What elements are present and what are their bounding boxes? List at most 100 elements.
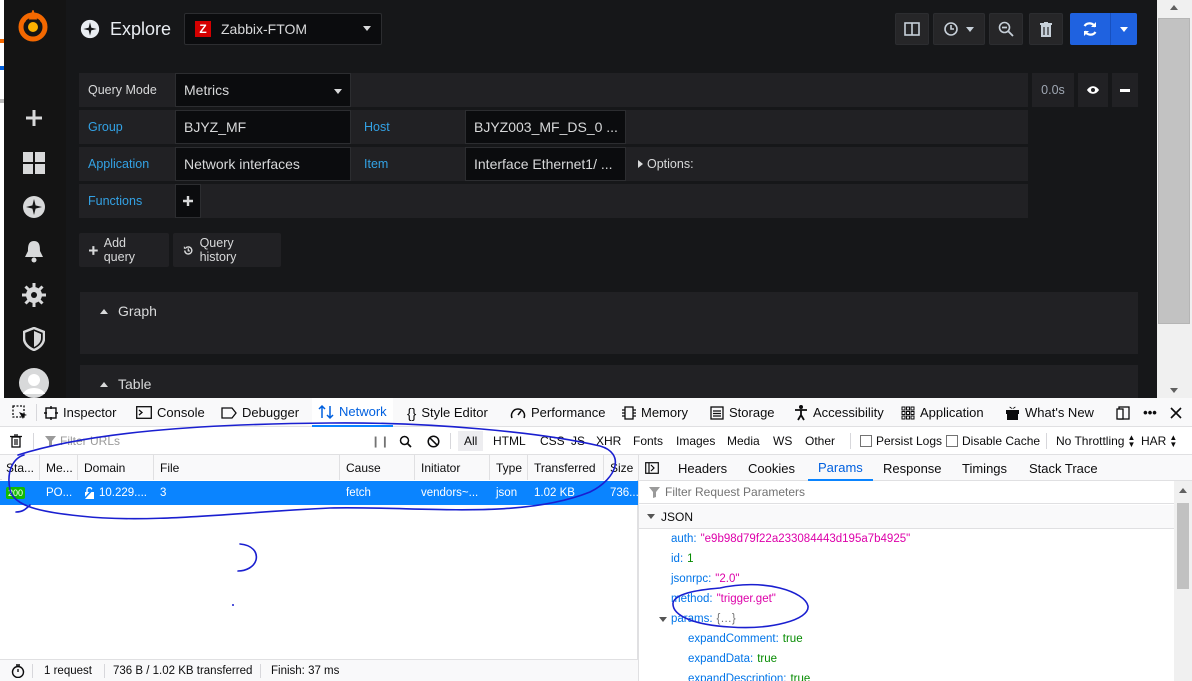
scroll-down-arrow-icon[interactable]: [1170, 388, 1178, 393]
tab-network[interactable]: Network: [312, 398, 393, 427]
filter-ws[interactable]: WS: [773, 427, 792, 455]
tab-cookies[interactable]: Cookies: [748, 455, 795, 481]
more-options-icon[interactable]: •••: [1140, 398, 1160, 427]
tab-storage[interactable]: Storage: [710, 398, 775, 427]
dashboards-icon[interactable]: [20, 149, 48, 177]
column-header-file[interactable]: File: [154, 455, 340, 480]
scrollbar-thumb[interactable]: [1158, 18, 1190, 324]
tab-style-editor[interactable]: {} Style Editor: [407, 398, 488, 427]
column-header-domain[interactable]: Domain: [78, 455, 154, 480]
tab-params[interactable]: Params: [808, 455, 873, 481]
scroll-up-arrow-icon[interactable]: [1170, 5, 1178, 10]
table-row[interactable]: 200 PO... 10.229.... 3 fetch vendors~...…: [0, 481, 638, 505]
run-query-button[interactable]: [1070, 13, 1137, 45]
har-menu-button[interactable]: HAR ▲ ▼: [1141, 427, 1177, 455]
performance-analysis-button[interactable]: [11, 660, 25, 681]
json-row-expandcomment[interactable]: expandComment: true: [688, 629, 803, 649]
scroll-up-arrow-icon[interactable]: [1179, 488, 1187, 493]
tab-console[interactable]: Console: [136, 398, 205, 427]
filter-media[interactable]: Media: [727, 427, 760, 455]
tab-accessibility[interactable]: Accessibility: [794, 398, 884, 427]
tab-whats-new[interactable]: What's New: [1005, 398, 1094, 427]
json-row-jsonrpc[interactable]: jsonrpc: "2.0": [671, 569, 739, 589]
filter-other[interactable]: Other: [805, 427, 835, 455]
tab-debugger[interactable]: Debugger: [221, 398, 299, 427]
dock-toggle-button[interactable]: [1115, 398, 1131, 427]
host-input[interactable]: BJYZ003_MF_DS_0 ...: [465, 110, 626, 144]
item-input[interactable]: Interface Ethernet1/ ...: [465, 147, 626, 181]
tab-timings[interactable]: Timings: [962, 455, 1007, 481]
graph-panel: Graph: [80, 292, 1138, 354]
tab-performance[interactable]: Performance: [510, 398, 605, 427]
tab-stack-trace[interactable]: Stack Trace: [1029, 455, 1098, 481]
add-function-button[interactable]: [175, 184, 201, 218]
table-panel-header[interactable]: Table: [100, 375, 151, 393]
persist-logs-checkbox[interactable]: Persist Logs: [860, 427, 942, 455]
close-devtools-button[interactable]: [1166, 398, 1186, 427]
column-header-method[interactable]: Me...: [40, 455, 78, 480]
filter-js[interactable]: JS: [571, 427, 585, 455]
options-toggle[interactable]: Options:: [631, 147, 731, 181]
column-header-transferred[interactable]: Transferred: [528, 455, 604, 480]
json-row-params[interactable]: params: {…}: [659, 609, 736, 629]
group-input[interactable]: BJYZ_MF: [175, 110, 351, 144]
json-row-expanddescription[interactable]: expandDescription: true: [688, 669, 810, 681]
tab-application[interactable]: Application: [901, 398, 984, 427]
tab-inspector[interactable]: Inspector: [44, 398, 116, 427]
params-filter-input[interactable]: Filter Request Parameters: [639, 481, 1192, 504]
grafana-logo-icon[interactable]: [16, 10, 50, 44]
json-row-method[interactable]: method: "trigger.get": [671, 589, 776, 609]
request-initiator[interactable]: vendors~...: [415, 481, 490, 505]
filter-funnel-icon: [45, 435, 56, 447]
graph-panel-header[interactable]: Graph: [100, 302, 157, 320]
column-header-status[interactable]: Sta...: [2, 455, 40, 480]
filter-all[interactable]: All: [458, 431, 484, 451]
json-row-id[interactable]: id: 1: [671, 549, 694, 569]
column-header-cause[interactable]: Cause: [340, 455, 415, 480]
user-avatar[interactable]: [19, 368, 49, 398]
scrollbar-thumb[interactable]: [1177, 503, 1189, 589]
zoom-out-button[interactable]: [989, 13, 1023, 45]
add-query-button[interactable]: Add query: [79, 233, 169, 267]
application-input[interactable]: Network interfaces: [175, 147, 351, 181]
filter-xhr[interactable]: XHR: [596, 427, 621, 455]
filter-images[interactable]: Images: [676, 427, 715, 455]
pause-icon[interactable]: ❙❙: [371, 427, 389, 455]
search-icon[interactable]: [399, 427, 412, 455]
query-mode-select[interactable]: Metrics: [175, 73, 351, 107]
column-header-size[interactable]: Size: [604, 455, 638, 480]
json-row-auth[interactable]: auth: "e9b98d79f22a233084443d195a7b4925": [671, 529, 910, 549]
url-filter-input[interactable]: Filter URLs: [45, 427, 120, 455]
element-picker-button[interactable]: [8, 398, 32, 427]
plus-icon[interactable]: [20, 104, 48, 132]
configuration-gear-icon[interactable]: [20, 281, 48, 309]
disable-cache-checkbox[interactable]: Disable Cache: [946, 427, 1040, 455]
chevron-down-icon[interactable]: [1111, 26, 1137, 32]
column-header-initiator[interactable]: Initiator: [415, 455, 490, 480]
tab-response[interactable]: Response: [883, 455, 942, 481]
split-view-button[interactable]: [895, 13, 929, 45]
server-admin-shield-icon[interactable]: [20, 325, 48, 353]
filter-html[interactable]: HTML: [493, 427, 526, 455]
remove-query-button[interactable]: [1112, 73, 1138, 107]
toggle-sidebar-button[interactable]: [645, 455, 659, 481]
alerting-bell-icon[interactable]: [20, 237, 48, 265]
details-scrollbar[interactable]: [1174, 481, 1192, 681]
tab-memory[interactable]: Memory: [622, 398, 688, 427]
time-picker-button[interactable]: [933, 13, 985, 45]
clear-all-button[interactable]: [1029, 13, 1063, 45]
toggle-query-visibility-button[interactable]: [1078, 73, 1108, 107]
json-section-header[interactable]: JSON: [639, 505, 1174, 529]
clear-requests-button[interactable]: [10, 427, 22, 455]
page-scrollbar[interactable]: [1157, 0, 1192, 398]
query-history-button[interactable]: Query history: [173, 233, 281, 267]
json-row-expanddata[interactable]: expandData: true: [688, 649, 777, 669]
filter-css[interactable]: CSS: [540, 427, 565, 455]
tab-headers[interactable]: Headers: [678, 455, 727, 481]
filter-fonts[interactable]: Fonts: [633, 427, 663, 455]
datasource-picker[interactable]: Z Zabbix-FTOM: [184, 13, 382, 45]
explore-compass-icon[interactable]: [20, 193, 48, 221]
block-url-icon[interactable]: [427, 427, 440, 455]
throttling-select[interactable]: No Throttling ▲ ▼: [1056, 427, 1135, 455]
column-header-type[interactable]: Type: [490, 455, 528, 480]
